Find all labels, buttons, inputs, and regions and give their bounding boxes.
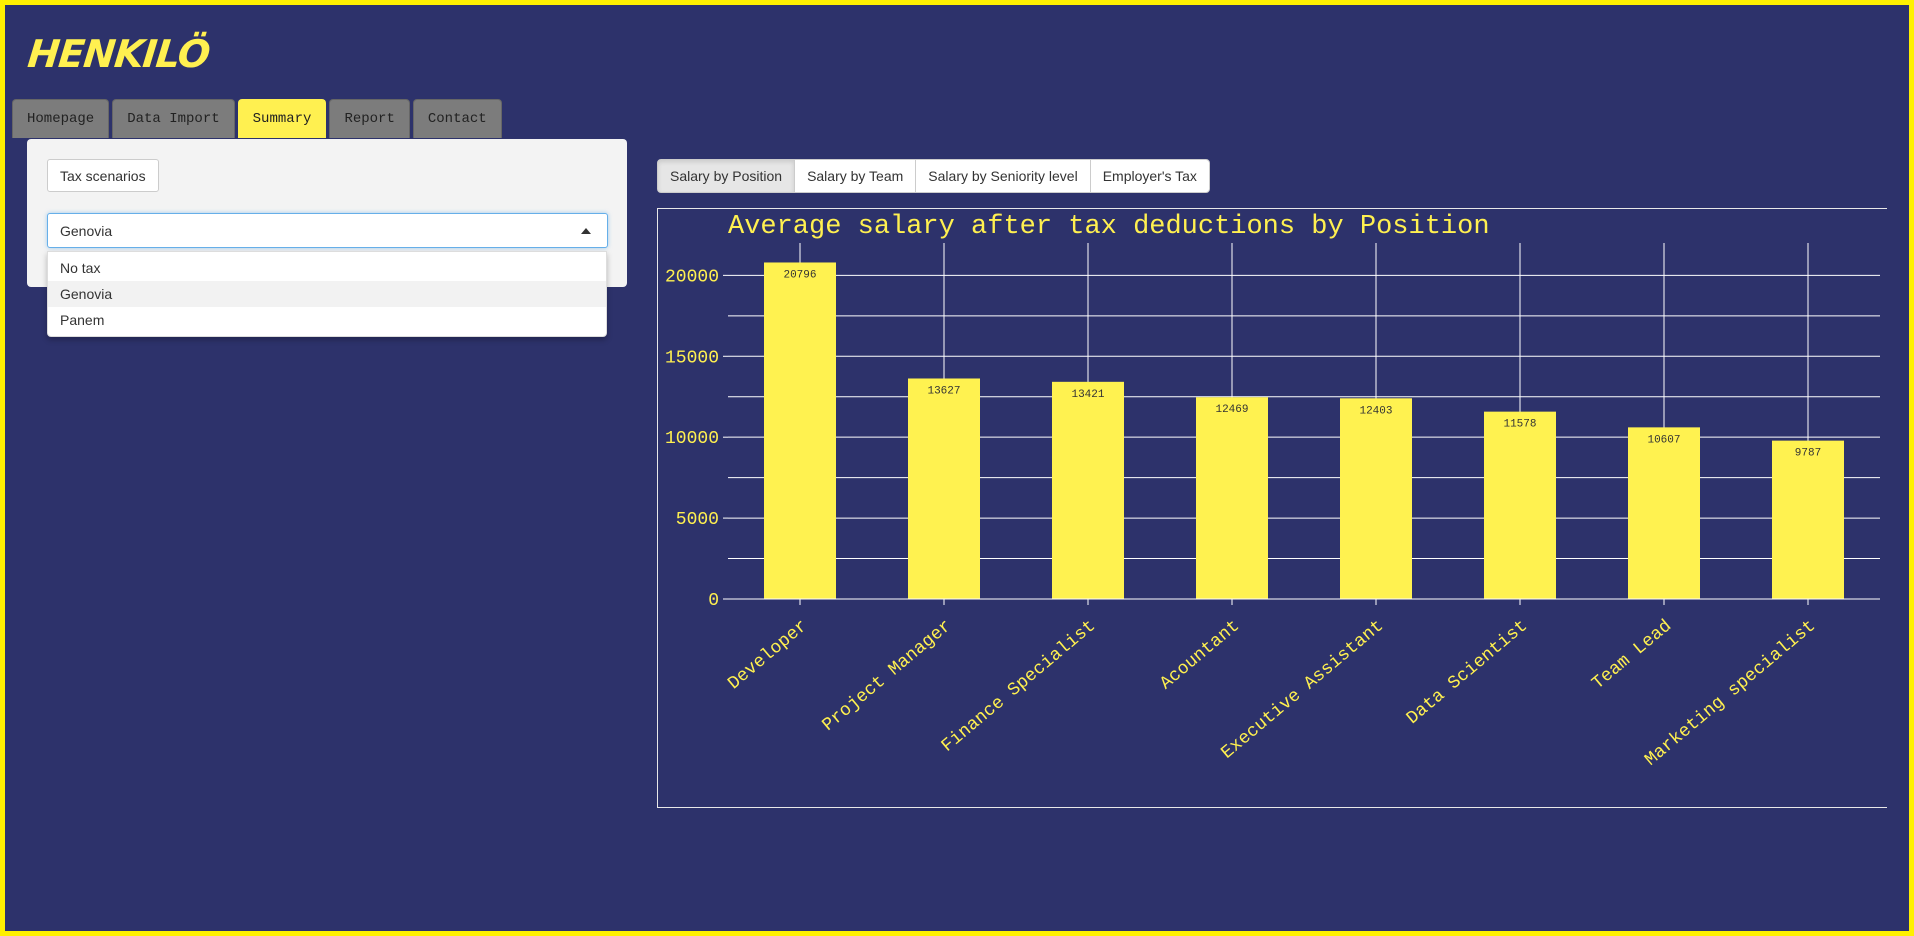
y-tick-label: 20000: [665, 267, 719, 287]
option-no-tax[interactable]: No tax: [48, 255, 606, 281]
option-panem[interactable]: Panem: [48, 307, 606, 333]
nav-tab-report[interactable]: Report: [329, 99, 410, 138]
bar: [1772, 440, 1844, 599]
bar-value-label: 11578: [1503, 419, 1536, 431]
x-tick-label: Executive Assistant: [1218, 616, 1388, 763]
y-tick-label: 10000: [665, 429, 719, 449]
bar-value-label: 20796: [783, 269, 816, 281]
tab-salary-by-position[interactable]: Salary by Position: [657, 159, 796, 193]
bar-value-label: 13627: [927, 385, 960, 397]
chart-container: Average salary after tax deductions by P…: [657, 208, 1887, 808]
bar-value-label: 13421: [1071, 389, 1104, 401]
bar: [908, 378, 980, 599]
y-tick-label: 5000: [676, 510, 719, 530]
x-tick-label: Acountant: [1157, 616, 1244, 694]
tax-scenarios-button[interactable]: Tax scenarios: [47, 159, 159, 192]
select-value: Genovia: [60, 222, 113, 239]
nav-tab-data-import[interactable]: Data Import: [112, 99, 235, 138]
bar: [1628, 427, 1700, 599]
tax-scenario-dropdown: No tax Genovia Panem: [47, 251, 607, 337]
x-tick-label: Data Scientist: [1403, 616, 1532, 729]
bar: [764, 262, 836, 599]
tab-employers-tax[interactable]: Employer's Tax: [1089, 159, 1210, 193]
bar: [1340, 398, 1412, 599]
x-tick-label: Project Manager: [819, 616, 956, 735]
tab-salary-by-seniority[interactable]: Salary by Seniority level: [915, 159, 1091, 193]
chart-title: Average salary after tax deductions by P…: [728, 212, 1490, 242]
x-tick-label: Finance Specialist: [938, 616, 1100, 756]
salary-bar-chart: Average salary after tax deductions by P…: [665, 212, 1880, 770]
app-logo: HENKILÖ: [25, 32, 212, 76]
bar-value-label: 12403: [1359, 405, 1392, 417]
bar-value-label: 12469: [1215, 404, 1248, 416]
nav-tab-contact[interactable]: Contact: [412, 99, 502, 138]
tax-scenario-select[interactable]: Genovia: [47, 213, 608, 248]
main-nav: Homepage Data Import Summary Report Cont…: [12, 99, 505, 138]
nav-tab-summary[interactable]: Summary: [237, 99, 327, 138]
bar-value-label: 9787: [1795, 448, 1821, 460]
x-tick-label: Team Lead: [1589, 616, 1676, 694]
x-tick-label: Developer: [725, 616, 812, 694]
bar-value-label: 10607: [1647, 434, 1680, 446]
chart-tabs: Salary by Position Salary by Team Salary…: [657, 159, 1210, 193]
nav-tab-homepage[interactable]: Homepage: [12, 99, 110, 138]
tab-salary-by-team[interactable]: Salary by Team: [794, 159, 917, 193]
option-genovia[interactable]: Genovia: [48, 281, 606, 307]
bar: [1052, 381, 1124, 599]
x-tick-label: Marketing specialist: [1641, 616, 1819, 770]
caret-up-icon[interactable]: [581, 228, 591, 234]
bar: [1196, 397, 1268, 599]
y-tick-label: 0: [708, 591, 719, 611]
y-tick-label: 15000: [665, 348, 719, 368]
bar: [1484, 411, 1556, 599]
